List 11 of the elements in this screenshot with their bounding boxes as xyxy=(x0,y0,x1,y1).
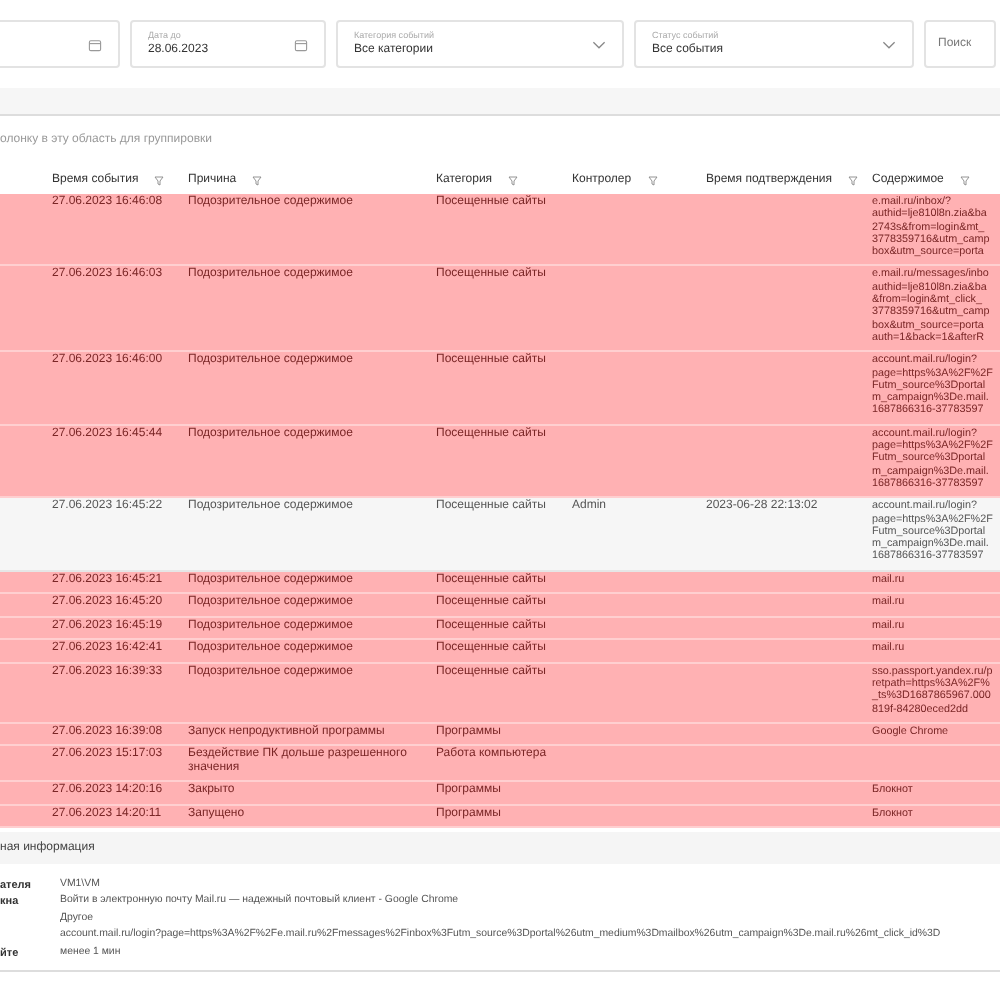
chevron-down-icon xyxy=(592,37,606,51)
chevron-down-icon xyxy=(882,37,896,51)
filter-icon[interactable] xyxy=(959,175,970,185)
date-field[interactable] xyxy=(0,20,120,68)
calendar-icon xyxy=(88,37,102,51)
filter-icon[interactable] xyxy=(508,175,519,185)
calendar-icon xyxy=(294,37,308,51)
filter-icon[interactable] xyxy=(252,175,263,185)
filter-icon[interactable] xyxy=(847,175,858,185)
filter-icon[interactable] xyxy=(647,175,658,185)
filter-icon[interactable] xyxy=(154,175,165,185)
